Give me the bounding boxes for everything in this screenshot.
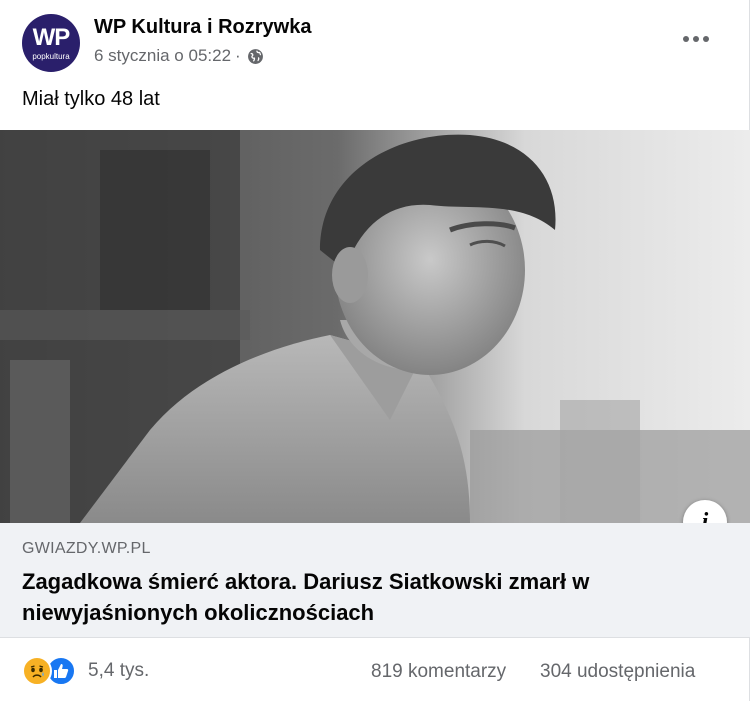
meta-separator: · (235, 46, 241, 65)
shares-count-link[interactable]: 304 udostępnienia (540, 661, 695, 683)
dot (693, 36, 699, 42)
post-image[interactable] (0, 130, 750, 523)
post-meta: 6 stycznia o 05:22 · (94, 46, 264, 66)
link-domain: GWIAZDY.WP.PL (22, 540, 151, 557)
avatar-logo-text: WP (32, 24, 71, 51)
reactions-summary[interactable]: 5,4 tys. (22, 656, 149, 686)
post-header: WP popkultura WP Kultura i Rozrywka 6 st… (0, 0, 750, 80)
page-avatar[interactable]: WP popkultura (22, 14, 80, 72)
comments-count-link[interactable]: 819 komentarzy (371, 661, 506, 683)
post-footer: 5,4 tys. 819 komentarzy 304 udostępnieni… (0, 640, 750, 701)
avatar-logo-sub: popkultura (32, 52, 70, 61)
facebook-post: WP popkultura WP Kultura i Rozrywka 6 st… (0, 0, 750, 701)
reaction-count: 5,4 tys. (88, 660, 150, 681)
page-name-link[interactable]: WP Kultura i Rozrywka (94, 16, 311, 39)
link-headline[interactable]: Zagadkowa śmierć aktora. Dariusz Siatkow… (22, 566, 702, 628)
more-options-icon[interactable] (676, 24, 716, 54)
post-timestamp[interactable]: 6 stycznia o 05:22 (94, 46, 231, 66)
dot (703, 36, 709, 42)
link-preview[interactable]: GWIAZDY.WP.PL Zagadkowa śmierć aktora. D… (0, 523, 750, 638)
post-text: Miał tylko 48 lat (22, 88, 160, 110)
sad-reaction-icon (22, 656, 52, 686)
dot (683, 36, 689, 42)
globe-icon (247, 48, 264, 65)
